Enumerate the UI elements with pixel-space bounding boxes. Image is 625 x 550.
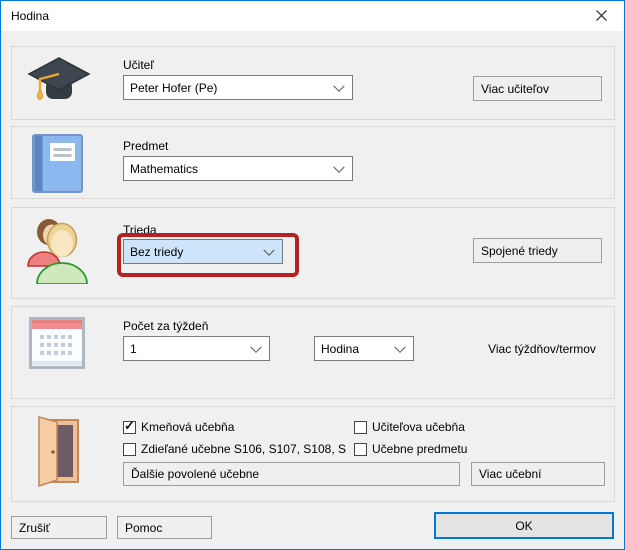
chevron-down-icon: [394, 341, 405, 352]
subject-rooms-checkbox[interactable]: Učebne predmetu: [354, 441, 467, 457]
door-icon: [32, 415, 82, 487]
subject-section: Predmet Mathematics: [11, 126, 615, 199]
teacher-room-checkbox[interactable]: Učiteľova učebňa: [354, 419, 465, 435]
calendar-icon: [29, 317, 85, 369]
checkbox-box: ✓: [123, 421, 136, 434]
joined-classes-button-label: Spojené triedy: [481, 244, 558, 258]
teacher-section: Učiteľ Peter Hofer (Pe) Viac učiteľov: [11, 46, 615, 120]
subject-combobox[interactable]: Mathematics: [123, 156, 353, 181]
checkbox-box: [354, 421, 367, 434]
shared-rooms-checkbox-label: Zdieľané učebne S106, S107, S108, S109, …: [141, 442, 347, 456]
class-combobox[interactable]: Bez triedy: [123, 239, 283, 264]
teacher-label: Učiteľ: [123, 58, 154, 72]
rooms-section: ✓ Kmeňová učebňa Zdieľané učebne S106, S…: [11, 406, 615, 502]
more-weeks-label[interactable]: Viac týždňov/termov: [467, 342, 617, 356]
class-combobox-value: Bez triedy: [130, 245, 183, 259]
count-label: Počet za týždeň: [123, 319, 208, 333]
allowed-rooms-button-label: Ďalšie povolené učebne: [131, 467, 259, 481]
dialog-title: Hodina: [11, 9, 49, 23]
count-combobox[interactable]: 1: [123, 336, 270, 361]
chevron-down-icon: [263, 244, 274, 255]
subject-label: Predmet: [123, 139, 168, 153]
students-icon: [25, 214, 93, 284]
more-rooms-button[interactable]: Viac učební: [471, 462, 605, 486]
more-rooms-button-label: Viac učební: [479, 467, 542, 481]
help-button[interactable]: Pomoc: [117, 516, 212, 539]
close-button[interactable]: [579, 1, 624, 30]
duration-combobox-value: Hodina: [321, 342, 359, 356]
graduation-cap-icon: [26, 56, 92, 112]
teacher-combobox-value: Peter Hofer (Pe): [130, 81, 217, 95]
class-section: Trieda Bez triedy Spojené triedy: [11, 207, 615, 299]
joined-classes-button[interactable]: Spojené triedy: [473, 238, 602, 263]
count-combobox-value: 1: [130, 342, 137, 356]
book-icon: [32, 134, 84, 193]
teacher-room-checkbox-label: Učiteľova učebňa: [372, 420, 465, 434]
more-teachers-button[interactable]: Viac učiteľov: [473, 76, 602, 101]
ok-button[interactable]: OK: [434, 512, 614, 539]
allowed-rooms-button[interactable]: Ďalšie povolené učebne: [123, 462, 460, 486]
checkmark-icon: ✓: [124, 419, 135, 432]
checkbox-box: [354, 443, 367, 456]
help-button-label: Pomoc: [125, 521, 162, 535]
chevron-down-icon: [333, 80, 344, 91]
home-room-checkbox[interactable]: ✓ Kmeňová učebňa: [123, 419, 234, 435]
teacher-combobox[interactable]: Peter Hofer (Pe): [123, 75, 353, 100]
chevron-down-icon: [250, 341, 261, 352]
more-teachers-button-label: Viac učiteľov: [481, 82, 549, 96]
count-section: Počet za týždeň 1 Hodina Viac týždňov/te…: [11, 306, 615, 399]
ok-button-label: OK: [515, 519, 532, 533]
shared-rooms-checkbox[interactable]: Zdieľané učebne S106, S107, S108, S109, …: [123, 441, 347, 457]
checkbox-box: [123, 443, 136, 456]
duration-combobox[interactable]: Hodina: [314, 336, 414, 361]
cancel-button-label: Zrušiť: [19, 521, 50, 535]
subject-rooms-checkbox-label: Učebne predmetu: [372, 442, 467, 456]
cancel-button[interactable]: Zrušiť: [11, 516, 107, 539]
home-room-checkbox-label: Kmeňová učebňa: [141, 420, 234, 434]
dialog-window: Hodina Učiteľ Peter Hofer (Pe) Viac učit…: [0, 0, 625, 550]
class-label: Trieda: [123, 223, 157, 237]
close-icon: [596, 10, 607, 21]
title-bar: Hodina: [1, 1, 624, 31]
chevron-down-icon: [333, 161, 344, 172]
subject-combobox-value: Mathematics: [130, 162, 198, 176]
